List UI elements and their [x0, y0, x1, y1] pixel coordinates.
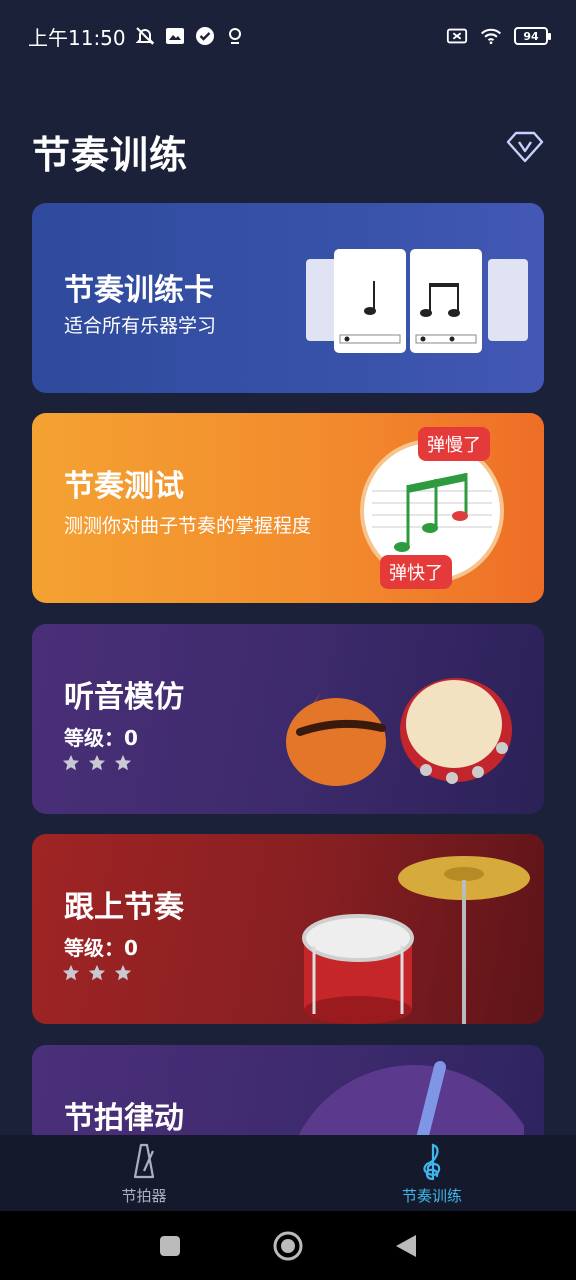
level-label: 等级：0	[64, 726, 138, 750]
no-sim-icon	[446, 25, 468, 47]
page-title: 节奏训练	[32, 133, 189, 177]
status-time: 上午11:50	[28, 25, 126, 50]
card-beat-rhythm[interactable]: 节拍律动	[32, 1045, 544, 1145]
card-subtitle: 适合所有乐器学习	[64, 315, 217, 337]
card-rhythm-cards[interactable]: 节奏训练卡 适合所有乐器学习	[32, 203, 544, 393]
badge-slow: 弹慢了	[418, 427, 490, 461]
card-title: 节拍律动	[64, 1101, 184, 1136]
star-icon	[88, 754, 106, 771]
metronome-pendulum-illustration	[294, 1061, 524, 1145]
card-title: 听音模仿	[64, 680, 184, 715]
bottom-nav: 节拍器 节奏训练	[0, 1135, 576, 1211]
mute-bell-icon	[134, 25, 156, 47]
nav-rhythm-training[interactable]: 节奏训练	[288, 1135, 576, 1211]
card-title: 跟上节奏	[64, 890, 184, 925]
star-icon	[62, 754, 80, 771]
card-title: 节奏训练卡	[64, 273, 214, 308]
metronome-icon	[133, 1143, 155, 1178]
back-button[interactable]	[390, 1230, 422, 1262]
battery-indicator: 94	[514, 27, 551, 45]
diamond-v-icon[interactable]	[506, 130, 544, 164]
card-rhythm-test[interactable]: 节奏测试 测测你对曲子节奏的掌握程度 弹慢了 弹快了	[32, 413, 544, 603]
card-listen-imitate[interactable]: 听音模仿 等级：0	[32, 624, 544, 814]
status-bar: 上午11:50 94	[0, 0, 576, 72]
card-follow-rhythm[interactable]: 跟上节奏 等级：0	[32, 834, 544, 1024]
card-title: 节奏测试	[64, 469, 184, 504]
nav-label: 节奏训练	[401, 1186, 462, 1205]
badge-fast: 弹快了	[380, 555, 452, 589]
star-rating	[62, 964, 132, 982]
drum-cymbal-illustration	[302, 856, 530, 1024]
maraca-tambourine-illustration	[286, 678, 512, 786]
star-icon	[114, 964, 132, 981]
treble-clef-icon	[423, 1142, 441, 1180]
gallery-icon	[164, 25, 186, 47]
home-button[interactable]	[272, 1230, 304, 1262]
card-subtitle: 测测你对曲子节奏的掌握程度	[64, 515, 312, 537]
nav-metronome[interactable]: 节拍器	[0, 1135, 288, 1211]
rhythm-cards-illustration	[306, 249, 528, 353]
star-rating	[62, 754, 132, 772]
star-icon	[114, 754, 132, 771]
recent-apps-button[interactable]	[154, 1230, 186, 1262]
nav-label: 节拍器	[121, 1186, 167, 1205]
location-icon	[224, 25, 246, 47]
wifi-icon	[480, 25, 502, 47]
check-circle-icon	[194, 25, 216, 47]
star-icon	[88, 964, 106, 981]
system-nav-bar	[0, 1211, 576, 1280]
star-icon	[62, 964, 80, 981]
level-label: 等级：0	[64, 936, 138, 960]
